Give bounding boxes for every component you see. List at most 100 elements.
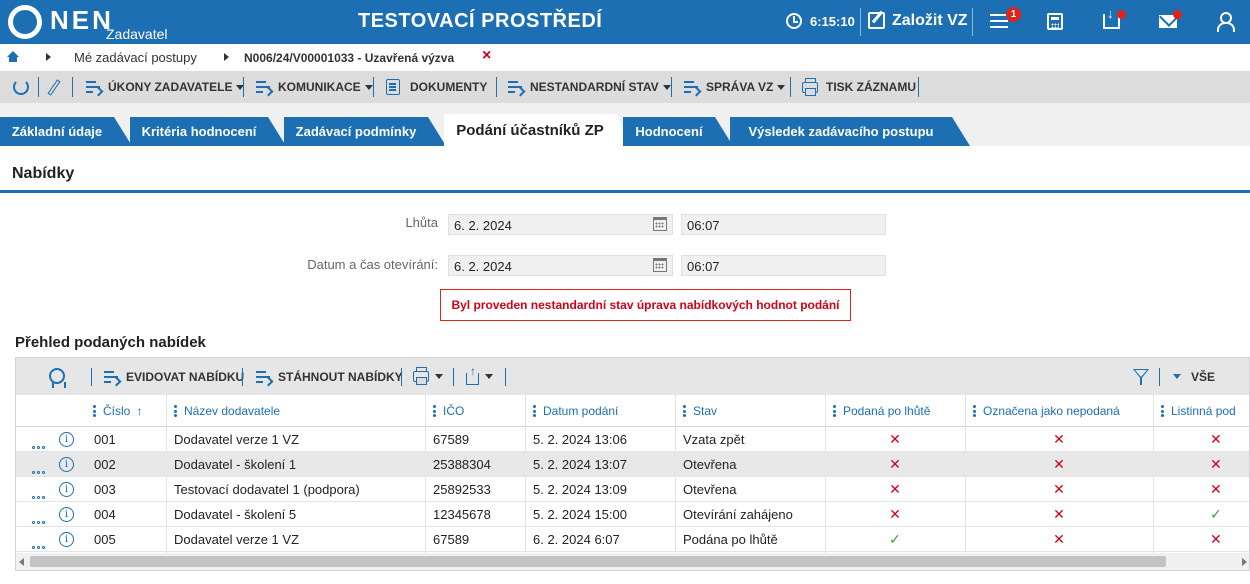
actions-icon	[256, 81, 272, 93]
column-header-ico[interactable]: IČO	[433, 395, 464, 427]
tab-kriteria-hodnoceni[interactable]: Kritéria hodnocení	[130, 117, 286, 146]
cell-cislo: 003	[94, 482, 116, 497]
cell-ico: 12345678	[433, 507, 491, 522]
scroll-left-icon[interactable]	[19, 558, 24, 566]
refresh-icon[interactable]	[13, 79, 29, 95]
grid-print-menu[interactable]	[413, 358, 443, 395]
calculator-icon[interactable]	[1047, 13, 1063, 30]
tab-hodnoceni[interactable]: Hodnocení	[623, 117, 733, 146]
nestandardni-stav-menu[interactable]: NESTANDARDNÍ STAV	[508, 71, 671, 103]
row-actions-icon[interactable]	[32, 462, 48, 474]
breadcrumb-item-postupy[interactable]: Mé zadávací postupy	[74, 50, 197, 65]
lhuta-time-field[interactable]: 06:07	[681, 214, 886, 235]
column-menu-icon[interactable]	[683, 404, 686, 419]
otevirani-time-field[interactable]: 06:07	[681, 255, 886, 276]
nonstandard-state-alert: Byl proveden nestandardní stav úprava na…	[440, 289, 851, 321]
pencil-icon[interactable]	[47, 79, 61, 96]
cell-stav: Otevřena	[683, 482, 737, 497]
evidovat-nabidku-button[interactable]: EVIDOVAT NABÍDKU	[104, 358, 244, 395]
cell-nazev: Dodavatel - školení 1	[174, 457, 297, 472]
user-icon[interactable]	[1216, 12, 1235, 32]
tab-zadavaci-podminky[interactable]: Zadávací podmínky	[284, 117, 446, 146]
breadcrumb-item-current[interactable]: N006/24/V00001033 - Uzavřená výzva	[244, 51, 454, 65]
column-menu-icon[interactable]	[973, 404, 976, 419]
info-icon[interactable]: i	[59, 457, 74, 472]
tab-vysledek[interactable]: Výsledek zadávacího postupu	[730, 117, 970, 146]
column-menu-icon[interactable]	[93, 404, 96, 419]
tab-zakladni-udaje[interactable]: Základní údaje	[0, 117, 132, 146]
nen-logo-icon[interactable]	[8, 5, 42, 39]
info-icon[interactable]: i	[59, 507, 74, 522]
table-row[interactable]: i 005 Dodavatel verze 1 VZ 67589 6. 2. 2…	[16, 527, 1249, 552]
info-icon[interactable]: i	[59, 432, 74, 447]
sprava-vz-menu[interactable]: SPRÁVA VZ	[684, 71, 786, 103]
actions-icon	[86, 81, 102, 93]
column-header-podana[interactable]: Podaná po lhůtě	[833, 395, 930, 427]
cell-nazev: Dodavatel verze 1 VZ	[174, 432, 300, 447]
grid-toolbar: EVIDOVAT NABÍDKU STÁHNOUT NABÍDKY ↑ VŠE	[16, 358, 1249, 395]
export-icon: ↑	[466, 365, 479, 385]
column-header-datum[interactable]: Datum podání	[533, 395, 618, 427]
tisk-label: TISK ZÁZNAMU	[826, 80, 916, 94]
calendar-icon[interactable]	[653, 258, 667, 272]
row-actions-icon[interactable]	[32, 487, 48, 499]
column-header-listinna[interactable]: Listinná pod	[1161, 395, 1236, 427]
chevron-down-icon	[1173, 374, 1181, 379]
create-vz-button[interactable]: Založit VZ	[892, 12, 968, 30]
column-header-cislo[interactable]: Číslo ↑	[93, 395, 142, 427]
breadcrumb: Mé zadávací postupy N006/24/V00001033 - …	[0, 44, 1250, 71]
column-menu-icon[interactable]	[1161, 404, 1164, 419]
toolbar-divider	[401, 368, 402, 386]
calendar-icon[interactable]	[653, 217, 667, 231]
evidovat-label: EVIDOVAT NABÍDKU	[126, 369, 245, 384]
column-menu-icon[interactable]	[433, 404, 436, 419]
grid-export-menu[interactable]: ↑	[466, 358, 493, 395]
cell-datum: 5. 2. 2024 13:07	[533, 457, 627, 472]
table-row[interactable]: i 002 Dodavatel - školení 1 25388304 5. …	[16, 452, 1249, 477]
mail-unread-dot	[1173, 10, 1182, 19]
lhuta-date-field[interactable]: 6. 2. 2024	[448, 214, 673, 235]
tab-podani-ucastniku[interactable]: Podání účastníků ZP	[444, 114, 634, 146]
row-actions-icon[interactable]	[32, 537, 48, 549]
info-icon[interactable]: i	[59, 482, 74, 497]
row-actions-icon[interactable]	[32, 437, 48, 449]
tisk-zaznamu-button[interactable]: TISK ZÁZNAMU	[802, 71, 916, 103]
table-row[interactable]: i 003 Testovací dodavatel 1 (podpora) 25…	[16, 477, 1249, 502]
logo-text[interactable]: NEN	[50, 5, 114, 36]
table-row[interactable]: i 001 Dodavatel verze 1 VZ 67589 5. 2. 2…	[16, 427, 1249, 452]
dokumenty-button[interactable]: DOKUMENTY	[386, 71, 487, 103]
toolbar-divider	[505, 368, 506, 386]
grid-header: Číslo ↑ Název dodavatele IČO Datum podání…	[16, 395, 1249, 427]
scrollbar-thumb[interactable]	[30, 556, 1166, 567]
table-row[interactable]: i 004 Dodavatel - školení 5 12345678 5. …	[16, 502, 1249, 527]
stahnout-nabidky-button[interactable]: STÁHNOUT NABÍDKY	[256, 358, 403, 395]
column-header-stav[interactable]: Stav	[683, 395, 717, 427]
info-icon[interactable]: i	[59, 532, 74, 547]
scroll-right-icon[interactable]	[1242, 558, 1247, 566]
otevirani-date-field[interactable]: 6. 2. 2024	[448, 255, 673, 276]
cell-ico: 67589	[433, 532, 470, 547]
edit-icon[interactable]	[868, 12, 885, 29]
column-menu-icon[interactable]	[533, 404, 536, 419]
close-icon[interactable]: ×	[482, 47, 491, 65]
komunikace-menu[interactable]: KOMUNIKACE	[256, 71, 373, 103]
cell-podana: ✓	[889, 531, 901, 547]
column-menu-icon[interactable]	[174, 404, 177, 419]
view-all-menu[interactable]: VŠE	[1173, 358, 1215, 395]
header-divider	[860, 8, 861, 36]
cell-cislo: 002	[94, 457, 116, 472]
breadcrumb-arrow-icon	[224, 53, 229, 61]
cell-listinna: ✕	[1210, 481, 1222, 497]
ukony-zadavatele-menu[interactable]: ÚKONY ZADAVATELE	[86, 71, 245, 103]
row-actions-icon[interactable]	[32, 512, 48, 524]
cell-listinna: ✓	[1210, 506, 1222, 522]
column-menu-icon[interactable]	[833, 404, 836, 419]
lhuta-label: Lhůta	[405, 215, 438, 230]
award-icon[interactable]	[49, 368, 66, 388]
action-toolbar: ÚKONY ZADAVATELE KOMUNIKACE DOKUMENTY NE…	[0, 71, 1250, 103]
column-header-nazev[interactable]: Název dodavatele	[174, 395, 280, 427]
home-icon[interactable]	[7, 51, 19, 63]
logo-subtitle: Zadavatel	[106, 26, 168, 42]
horizontal-scrollbar[interactable]	[16, 553, 1249, 570]
column-header-oznacena[interactable]: Označena jako nepodaná	[973, 395, 1120, 427]
